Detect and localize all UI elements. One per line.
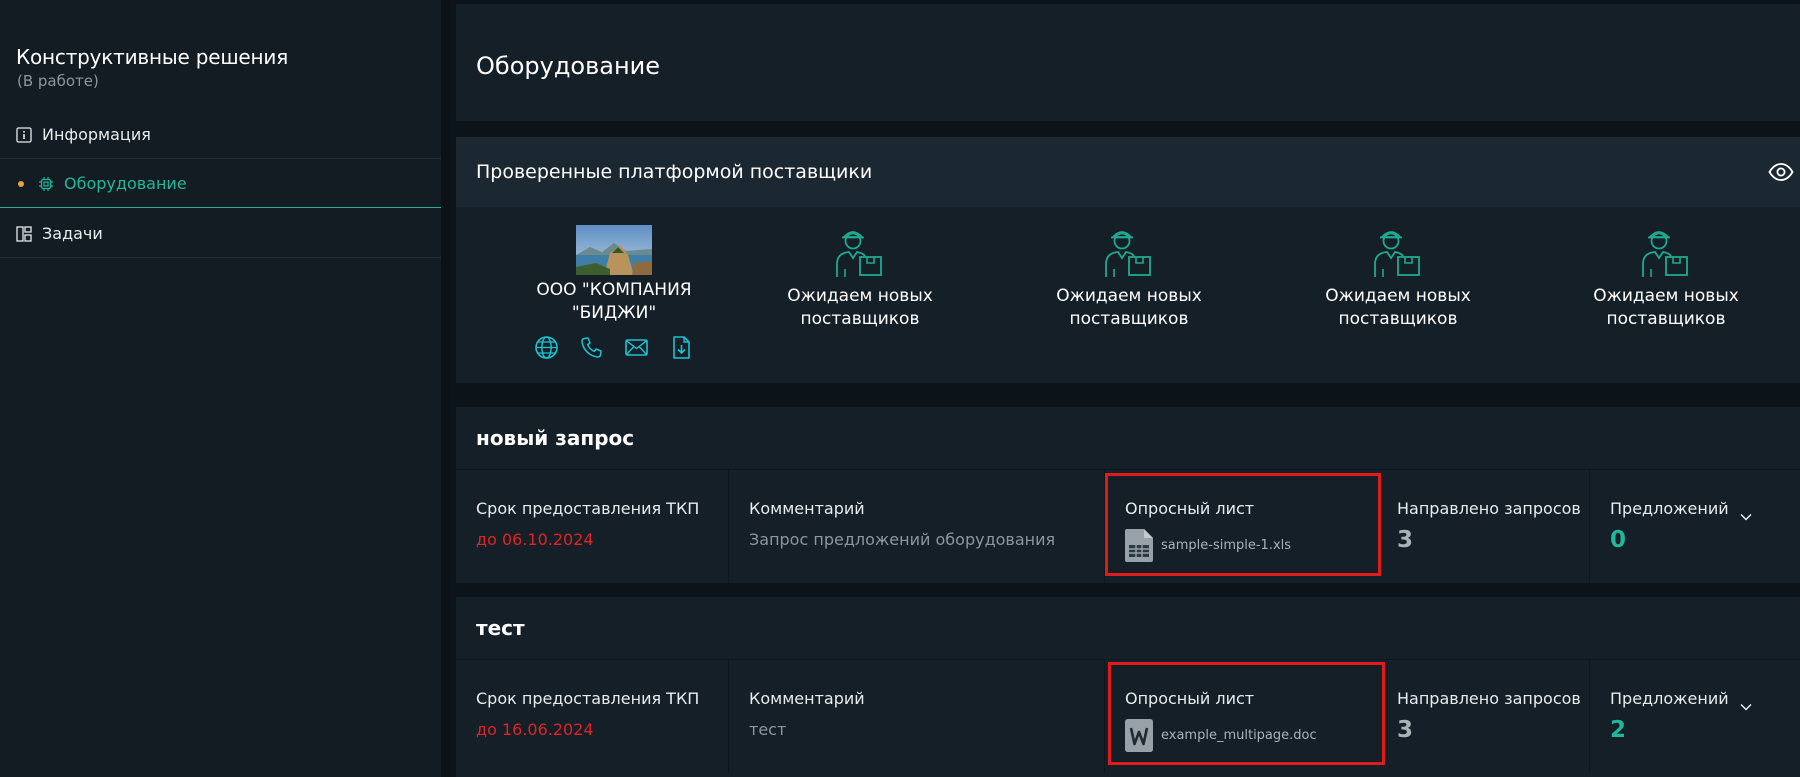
comment-cell: Комментарий Запрос предложений оборудова…	[729, 469, 1105, 583]
sent-requests-label: Направлено запросов	[1397, 689, 1581, 708]
offers-label: Предложений	[1610, 499, 1729, 518]
sidebar-item-equipment[interactable]: Оборудование	[0, 160, 441, 208]
sent-requests-cell: Направлено запросов 3	[1377, 469, 1590, 583]
mail-icon[interactable]	[624, 335, 649, 360]
page-title: Оборудование	[476, 52, 660, 80]
deadline-value: до 06.10.2024	[476, 530, 594, 549]
deadline-value: до 16.06.2024	[476, 720, 594, 739]
sidebar: Конструктивные решения (В работе) Информ…	[0, 0, 441, 777]
supplier-card-company[interactable]: ООО "КОМПАНИЯ "БИДЖИ"	[514, 225, 714, 360]
project-status: (В работе)	[17, 72, 99, 90]
supplier-card-pending: Ожидаем новых поставщиков	[1566, 225, 1766, 331]
comment-label: Комментарий	[749, 689, 865, 708]
request-card: тест Срок предоставления ТКП до 16.06.20…	[456, 597, 1800, 777]
sent-requests-count: 3	[1397, 527, 1414, 553]
sidebar-item-info[interactable]: Информация	[0, 111, 441, 159]
phone-icon[interactable]	[579, 335, 604, 360]
pending-label: Ожидаем новых поставщиков	[1325, 286, 1471, 329]
chevron-down-icon	[1740, 696, 1752, 711]
survey-cell: Опросный лист example_multipage.doc	[1105, 659, 1377, 773]
request-header: тест	[456, 597, 1800, 660]
survey-cell: Опросный лист sample-simple-1.xls	[1105, 469, 1377, 583]
courier-icon	[1369, 225, 1427, 281]
request-header: новый запрос	[456, 407, 1800, 470]
sidebar-divider	[441, 0, 450, 777]
offers-toggle[interactable]: Предложений	[1610, 689, 1752, 711]
eye-icon[interactable]	[1768, 161, 1794, 183]
download-file-icon[interactable]	[669, 335, 694, 360]
courier-icon	[831, 225, 889, 281]
company-contacts	[514, 335, 714, 360]
word-file-icon	[1125, 719, 1153, 752]
deadline-cell: Срок предоставления ТКП до 06.10.2024	[456, 469, 729, 583]
survey-file-name: example_multipage.doc	[1161, 728, 1317, 743]
sent-requests-count: 3	[1397, 717, 1414, 743]
pending-label: Ожидаем новых поставщиков	[1593, 286, 1739, 329]
offers-toggle[interactable]: Предложений	[1610, 499, 1752, 521]
offers-cell[interactable]: Предложений 2	[1590, 659, 1800, 773]
comment-label: Комментарий	[749, 499, 865, 518]
chevron-down-icon	[1740, 506, 1752, 521]
company-logo-image	[576, 225, 652, 275]
comment-cell: Комментарий тест	[729, 659, 1105, 773]
offers-label: Предложений	[1610, 689, 1729, 708]
courier-icon	[1637, 225, 1695, 281]
offers-cell[interactable]: Предложений 0	[1590, 469, 1800, 583]
suppliers-title: Проверенные платформой поставщики	[476, 161, 873, 183]
layout-icon	[16, 225, 32, 242]
request-card: новый запрос Срок предоставления ТКП до …	[456, 407, 1800, 583]
info-icon	[16, 126, 32, 143]
sent-requests-cell: Направлено запросов 3	[1377, 659, 1590, 773]
courier-icon	[1100, 225, 1158, 281]
request-title: новый запрос	[476, 426, 635, 450]
suppliers-panel: Проверенные платформой поставщики ООО "К…	[456, 137, 1800, 383]
offers-count: 2	[1610, 717, 1627, 743]
survey-label: Опросный лист	[1125, 689, 1255, 708]
survey-file-link[interactable]: example_multipage.doc	[1125, 719, 1317, 752]
sent-requests-label: Направлено запросов	[1397, 499, 1581, 518]
page-header: Оборудование	[456, 4, 1800, 121]
sidebar-item-tasks[interactable]: Задачи	[0, 210, 441, 258]
deadline-label: Срок предоставления ТКП	[476, 689, 700, 708]
deadline-cell: Срок предоставления ТКП до 16.06.2024	[456, 659, 729, 773]
comment-value: тест	[749, 720, 787, 739]
sidebar-item-label: Информация	[42, 125, 151, 144]
survey-label: Опросный лист	[1125, 499, 1255, 518]
survey-file-link[interactable]: sample-simple-1.xls	[1125, 529, 1291, 562]
pending-label: Ожидаем новых поставщиков	[1056, 286, 1202, 329]
comment-value: Запрос предложений оборудования	[749, 530, 1056, 549]
pending-label: Ожидаем новых поставщиков	[787, 286, 933, 329]
sidebar-item-label: Задачи	[42, 224, 103, 243]
survey-file-name: sample-simple-1.xls	[1161, 538, 1292, 553]
request-details-row: Срок предоставления ТКП до 16.06.2024 Ко…	[456, 659, 1800, 773]
suppliers-header: Проверенные платформой поставщики	[456, 137, 1800, 207]
supplier-card-pending: Ожидаем новых поставщиков	[1029, 225, 1229, 331]
project-title: Конструктивные решения	[16, 45, 289, 69]
deadline-label: Срок предоставления ТКП	[476, 499, 700, 518]
request-details-row: Срок предоставления ТКП до 06.10.2024 Ко…	[456, 469, 1800, 583]
offers-count: 0	[1610, 527, 1627, 553]
request-title: тест	[476, 616, 525, 640]
supplier-card-pending: Ожидаем новых поставщиков	[760, 225, 960, 331]
sidebar-item-label: Оборудование	[64, 174, 187, 193]
chip-icon	[38, 176, 54, 192]
globe-icon[interactable]	[534, 335, 559, 360]
company-name[interactable]: ООО "КОМПАНИЯ "БИДЖИ"	[514, 279, 714, 325]
active-indicator-dot	[18, 180, 24, 187]
spreadsheet-file-icon	[1125, 529, 1153, 562]
supplier-card-pending: Ожидаем новых поставщиков	[1298, 225, 1498, 331]
